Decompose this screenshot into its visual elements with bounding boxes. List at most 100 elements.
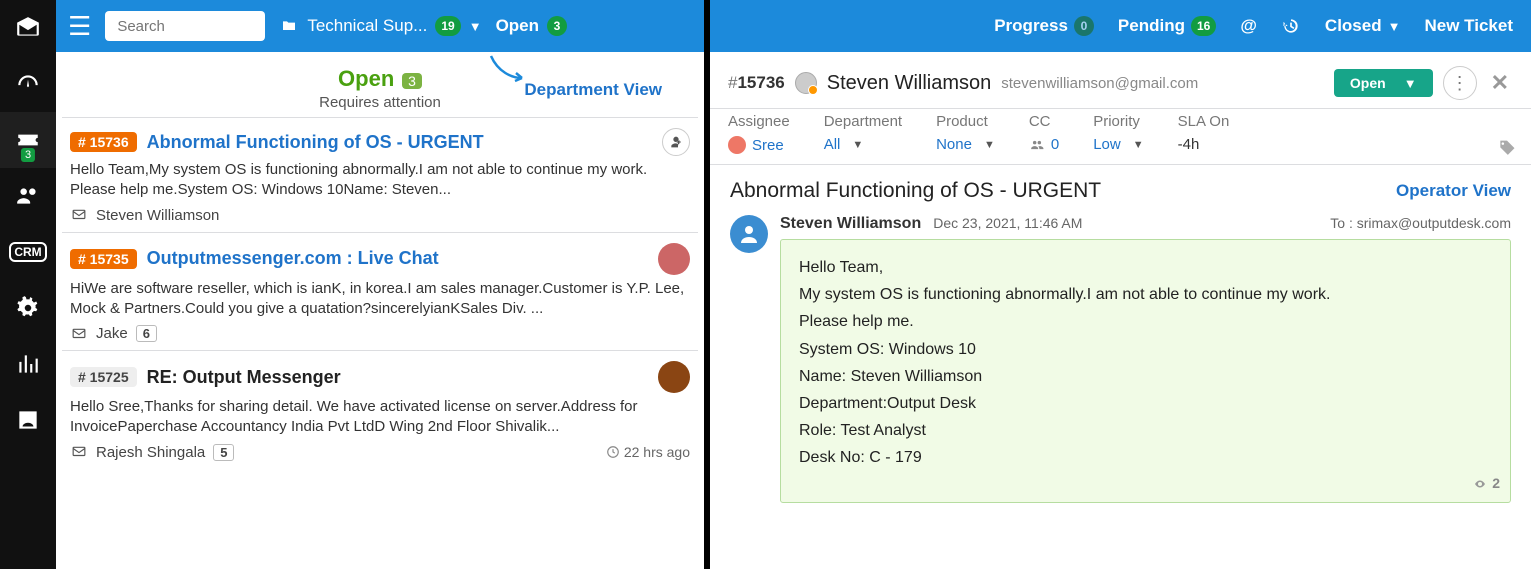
ticket-subject[interactable]: Abnormal Functioning of OS - URGENT xyxy=(147,132,484,153)
department-label: Technical Sup... xyxy=(307,16,427,36)
ticket-time: 22 hrs ago xyxy=(606,444,690,460)
customer-email: stevenwilliamson@gmail.com xyxy=(1001,75,1198,92)
status-dropdown[interactable]: Open ▼ xyxy=(1334,69,1433,97)
prop-assignee[interactable]: Assignee Sree xyxy=(728,113,824,154)
detail-header: #15736 Steven Williamson stevenwilliamso… xyxy=(710,52,1531,108)
list-topbar: ☰ Technical Sup... 19 ▼ Open 3 xyxy=(56,0,704,52)
sidebar-item-users[interactable] xyxy=(0,168,56,224)
prop-product[interactable]: Product None▼ xyxy=(936,113,1029,154)
message-avatar xyxy=(730,215,768,253)
ticket-row[interactable]: # 15735 Outputmessenger.com : Live Chat … xyxy=(62,232,698,351)
chevron-down-icon: ▼ xyxy=(852,139,863,151)
ticket-id-badge: # 15736 xyxy=(70,132,137,152)
detail-topbar: Progress 0 Pending 16 @ Closed ▼ New Tic… xyxy=(710,0,1531,52)
envelope-icon xyxy=(70,327,88,341)
detail-subject-row: Abnormal Functioning of OS - URGENT Oper… xyxy=(710,165,1531,207)
sidebar-item-inbox[interactable] xyxy=(0,0,56,56)
envelope-icon xyxy=(70,445,88,459)
message-date: Dec 23, 2021, 11:46 AM xyxy=(933,215,1082,231)
message-from: Steven Williamson xyxy=(780,215,921,233)
sidebar-item-dashboard[interactable] xyxy=(0,56,56,112)
menu-button[interactable]: ☰ xyxy=(68,11,91,42)
sender-avatar xyxy=(658,361,690,393)
folder-icon xyxy=(279,18,299,34)
users-icon xyxy=(1029,138,1045,152)
ticket-subject[interactable]: Outputmessenger.com : Live Chat xyxy=(147,248,439,269)
filter-progress[interactable]: Progress 0 xyxy=(994,16,1094,36)
ticket-properties: Assignee Sree Department All▼ Product No… xyxy=(710,108,1531,165)
ticket-preview: HiWe are software reseller, which is ian… xyxy=(70,279,690,320)
gears-icon xyxy=(15,295,41,321)
sender-avatar xyxy=(658,243,690,275)
filter-closed[interactable]: Closed ▼ xyxy=(1325,16,1401,36)
prop-cc[interactable]: CC 0 xyxy=(1029,113,1093,154)
app-sidebar: 3 CRM xyxy=(0,0,56,569)
close-detail-button[interactable]: ✕ xyxy=(1487,70,1513,96)
chevron-down-icon: ▼ xyxy=(1388,19,1401,34)
prop-priority[interactable]: Priority Low▼ xyxy=(1093,113,1177,154)
contact-card-icon xyxy=(15,407,41,433)
department-view-link[interactable]: Department View xyxy=(524,80,662,100)
bar-chart-icon xyxy=(15,351,41,377)
ticket-sender: Rajesh Shingala xyxy=(96,444,205,461)
ticket-row[interactable]: # 15725 RE: Output Messenger Hello Sree,… xyxy=(62,350,698,469)
message-to: To : srimax@outputdesk.com xyxy=(1330,215,1511,231)
customer-avatar[interactable] xyxy=(795,72,817,94)
sidebar-item-crm[interactable]: CRM xyxy=(0,224,56,280)
search-input[interactable] xyxy=(115,17,255,36)
ticket-id-badge: # 15735 xyxy=(70,249,137,269)
message-content: Hello Team, My system OS is functioning … xyxy=(780,239,1511,503)
reply-count: 6 xyxy=(136,325,157,342)
tag-icon[interactable] xyxy=(1497,139,1517,164)
chevron-down-icon: ▼ xyxy=(984,139,995,151)
envelope-icon xyxy=(70,208,88,222)
ticket-id-badge: # 15725 xyxy=(70,367,137,387)
prop-department[interactable]: Department All▼ xyxy=(824,113,936,154)
message-view-count: 2 xyxy=(1472,472,1500,496)
crm-icon: CRM xyxy=(9,242,46,262)
users-icon xyxy=(15,183,41,209)
filter-pending[interactable]: Pending 16 xyxy=(1118,16,1216,36)
status-label: Open xyxy=(496,16,539,36)
department-count: 19 xyxy=(435,16,460,36)
eye-icon xyxy=(1472,478,1488,490)
list-status-count: 3 xyxy=(402,73,422,89)
arrow-annotation-icon xyxy=(488,54,528,84)
clock-icon xyxy=(606,445,620,459)
ticket-sender: Steven Williamson xyxy=(96,207,219,224)
ticket-list-pane: ☰ Technical Sup... 19 ▼ Open 3 Open 3 Re… xyxy=(56,0,710,569)
ticket-preview: Hello Team,My system OS is functioning a… xyxy=(70,160,690,201)
operator-view-link[interactable]: Operator View xyxy=(1396,181,1511,201)
message: Steven Williamson Dec 23, 2021, 11:46 AM… xyxy=(710,207,1531,519)
ticket-detail-pane: Progress 0 Pending 16 @ Closed ▼ New Tic… xyxy=(710,0,1531,569)
assignee-avatar-icon xyxy=(728,136,746,154)
chevron-down-icon: ▼ xyxy=(469,19,482,34)
history-button[interactable] xyxy=(1281,16,1301,36)
gauge-icon xyxy=(15,71,41,97)
assign-user-icon[interactable] xyxy=(662,128,690,156)
sidebar-item-contacts[interactable] xyxy=(0,392,56,448)
ticket-sender: Jake xyxy=(96,325,128,342)
ticket-subject[interactable]: RE: Output Messenger xyxy=(147,367,341,388)
chevron-down-icon: ▼ xyxy=(1404,76,1417,91)
chevron-down-icon: ▼ xyxy=(1133,139,1144,151)
sidebar-tickets-badge: 3 xyxy=(21,148,35,162)
more-actions-button[interactable]: ⋮ xyxy=(1443,66,1477,100)
reply-count: 5 xyxy=(213,444,234,461)
status-selector[interactable]: Open 3 xyxy=(496,16,567,36)
mentions-button[interactable]: @ xyxy=(1240,16,1257,36)
ticket-list: # 15736 Abnormal Functioning of OS - URG… xyxy=(56,117,704,469)
department-selector[interactable]: Technical Sup... 19 ▼ xyxy=(279,16,481,36)
ticket-number: #15736 xyxy=(728,73,785,93)
envelope-open-icon xyxy=(15,15,41,41)
sidebar-item-settings[interactable] xyxy=(0,280,56,336)
new-ticket-button[interactable]: New Ticket xyxy=(1424,16,1513,36)
sidebar-item-reports[interactable] xyxy=(0,336,56,392)
customer-name[interactable]: Steven Williamson xyxy=(827,72,992,95)
ticket-preview: Hello Sree,Thanks for sharing detail. We… xyxy=(70,397,690,438)
search-input-wrapper[interactable] xyxy=(105,11,265,41)
list-status-title: Open xyxy=(338,66,394,91)
ticket-row[interactable]: # 15736 Abnormal Functioning of OS - URG… xyxy=(62,117,698,232)
status-count: 3 xyxy=(547,16,567,36)
sidebar-item-tickets[interactable]: 3 xyxy=(0,112,56,168)
